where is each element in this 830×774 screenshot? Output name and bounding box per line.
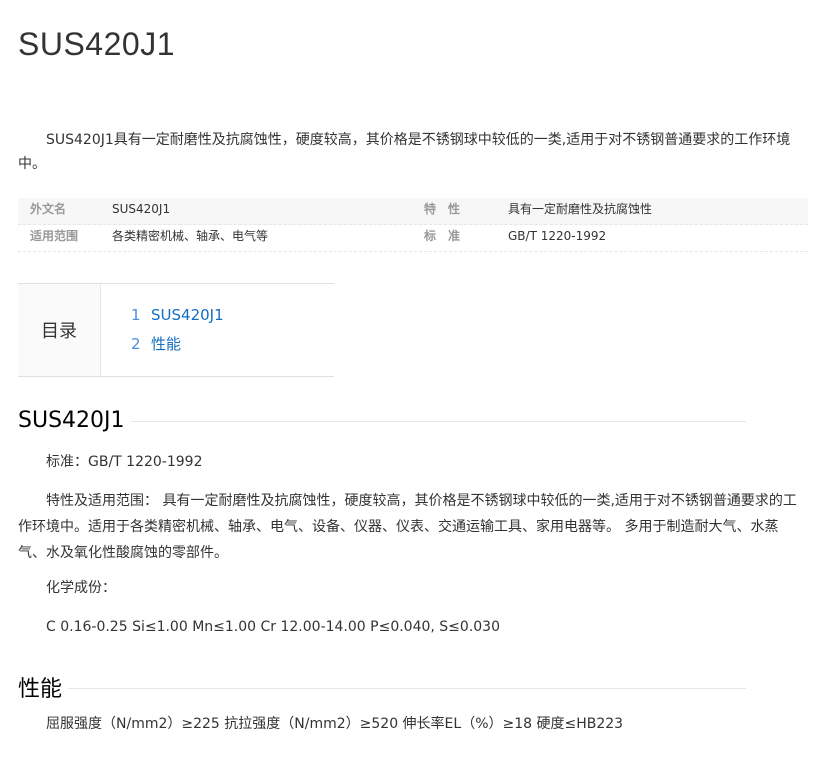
section-divider [68,687,746,689]
basic-info-row: 外文名 SUS420J1 特 性 具有一定耐磨性及抗腐蚀性 [18,198,808,225]
section-heading-performance: 性能 [18,671,746,703]
toc-list: 1 SUS420J1 2 性能 [101,284,224,376]
section-title: 性能 [18,677,63,702]
performance-paragraph: 屈服强度（N/mm2）≥225 抗拉强度（N/mm2）≥520 伸长率EL（%）… [46,716,624,732]
properties-paragraph: 特性及适用范围： 具有一定耐磨性及抗腐蚀性，硬度较高，其价格是不锈钢球中较低的一… [18,493,797,561]
basic-info-label: 标 准 [424,229,461,243]
toc-item-label[interactable]: 性能 [151,333,181,354]
toc-title: 目录 [18,284,101,376]
toc-item-number: 1 [131,305,141,324]
composition-values: C 0.16-0.25 Si≤1.00 Mn≤1.00 Cr 12.00-14.… [46,619,500,635]
standard-paragraph: 标准：GB/T 1220-1992 [46,454,203,470]
page: SUS420J1 SUS420J1具有一定耐磨性及抗腐蚀性，硬度较高，其价格是不… [0,0,830,774]
composition-label: 化学成份： [46,580,116,596]
basic-info-label: 特 性 [424,202,461,216]
toc-item-label[interactable]: SUS420J1 [151,306,224,324]
section-divider [130,421,746,422]
basic-info-label: 适用范围 [30,229,79,243]
basic-info-value: 各类精密机械、轴承、电气等 [112,229,269,243]
basic-info-value: 具有一定耐磨性及抗腐蚀性 [508,202,653,216]
section-heading-sus420j1: SUS420J1 [18,408,746,433]
basic-info-value: SUS420J1 [112,202,171,216]
basic-info-row: 适用范围 各类精密机械、轴承、电气等 标 准 GB/T 1220-1992 [18,225,808,252]
toc-item-sus420j1[interactable]: 1 SUS420J1 [131,300,224,329]
toc-item-performance[interactable]: 2 性能 [131,329,224,358]
basic-info-table: 外文名 SUS420J1 特 性 具有一定耐磨性及抗腐蚀性 适用范围 各类精密机… [18,198,808,252]
basic-info-value: GB/T 1220-1992 [508,229,607,243]
page-title: SUS420J1 [18,26,175,62]
section-title: SUS420J1 [18,408,125,433]
table-of-contents: 目录 1 SUS420J1 2 性能 [18,283,334,377]
summary-paragraph: SUS420J1具有一定耐磨性及抗腐蚀性，硬度较高，其价格是不锈钢球中较低的一类… [18,132,791,172]
basic-info-label: 外文名 [30,202,67,216]
toc-item-number: 2 [131,334,141,353]
